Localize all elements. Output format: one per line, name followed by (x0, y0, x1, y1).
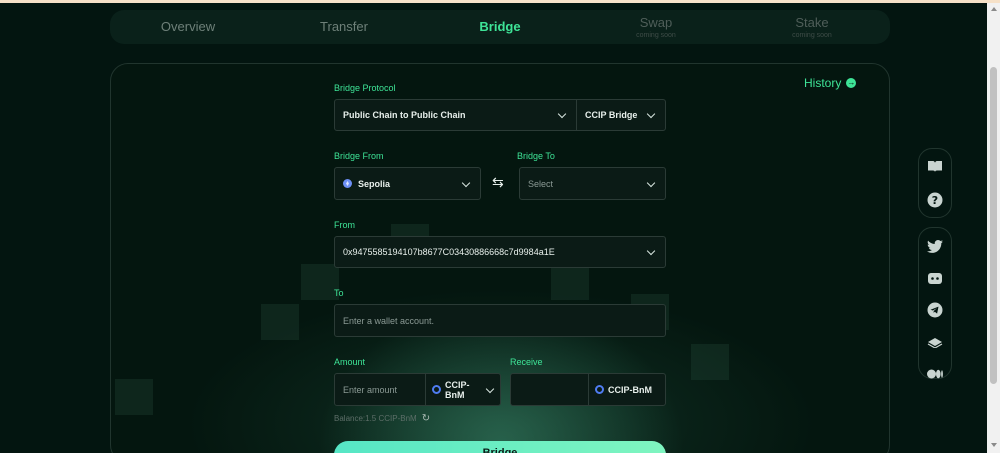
bg-tile (551, 264, 589, 300)
scrollbar-thumb[interactable] (990, 67, 997, 384)
tab-transfer[interactable]: Transfer (266, 10, 422, 44)
protocol-field: Public Chain to Public Chain CCIP Bridge (334, 99, 666, 131)
bridge-submit-button[interactable]: Bridge (334, 441, 666, 453)
protocol-select[interactable]: Public Chain to Public Chain (335, 110, 558, 120)
swap-direction-icon[interactable]: ⇆ (492, 174, 504, 191)
ccip-token-icon (595, 385, 604, 394)
tab-swap[interactable]: Swap coming soon (578, 10, 734, 44)
coming-soon-note: coming soon (792, 32, 832, 39)
bg-tile (691, 344, 729, 380)
tab-label: Stake (795, 15, 829, 30)
social-rail (918, 227, 952, 379)
tab-label: Transfer (320, 19, 368, 34)
tab-label: Overview (160, 19, 216, 34)
field-divider (425, 374, 426, 405)
from-address-value: 0x9475585194107b8677C03430886668c7d9984a… (343, 247, 555, 257)
protocol-label: Bridge Protocol (334, 83, 396, 93)
scroll-up-arrow-icon[interactable] (991, 7, 997, 11)
bridge-type-select[interactable]: CCIP Bridge (577, 110, 647, 120)
svg-text:?: ? (932, 194, 938, 207)
bg-tile (115, 379, 153, 415)
telegram-icon[interactable] (927, 302, 943, 318)
from-chain-value: Sepolia (358, 178, 391, 189)
history-link[interactable]: History → (804, 76, 857, 90)
help-rail: ? (918, 148, 952, 218)
tab-bridge[interactable]: Bridge (422, 10, 578, 44)
to-address-label: To (334, 288, 344, 298)
arrow-right-icon: → (846, 78, 857, 88)
chevron-down-icon (647, 248, 655, 256)
coming-soon-note: coming soon (636, 32, 676, 39)
top-strip (0, 0, 1000, 3)
refresh-icon[interactable]: ↻ (422, 413, 430, 424)
field-divider (588, 374, 589, 405)
ethereum-icon (343, 179, 352, 188)
amount-label: Amount (334, 357, 366, 367)
medium-icon[interactable] (927, 366, 943, 382)
help-icon[interactable]: ? (927, 192, 943, 208)
from-address-select[interactable]: 0x9475585194107b8677C03430886668c7d9984a… (334, 236, 666, 268)
balance-row: Balance:1.5 CCIP-BnM ↻ (334, 413, 430, 424)
to-address-placeholder: Enter a wallet account. (343, 315, 435, 326)
ccip-token-icon (432, 385, 441, 394)
tab-stake[interactable]: Stake coming soon (734, 10, 890, 44)
receive-label: Receive (510, 357, 543, 367)
discord-icon[interactable] (927, 270, 943, 286)
chevron-down-icon[interactable] (558, 111, 566, 119)
book-icon[interactable] (927, 158, 943, 174)
tab-label: Swap (639, 15, 673, 30)
amount-input[interactable]: Enter amount (335, 385, 425, 395)
page-scrollbar[interactable] (987, 3, 1000, 453)
gitbook-icon[interactable] (927, 334, 943, 350)
to-address-input[interactable]: Enter a wallet account. (334, 304, 666, 337)
from-address-label: From (334, 220, 355, 230)
amount-token-select[interactable]: CCIP-BnM (445, 380, 486, 400)
amount-field: Enter amount CCIP-BnM (334, 373, 501, 406)
receive-field: CCIP-BnM (510, 373, 666, 406)
receive-token: CCIP-BnM (608, 384, 652, 395)
to-chain-placeholder: Select (528, 178, 554, 189)
balance-text: Balance:1.5 CCIP-BnM (334, 414, 417, 423)
chevron-down-icon[interactable] (647, 111, 655, 119)
chevron-down-icon (462, 180, 470, 188)
chevron-down-icon (647, 180, 655, 188)
bridge-from-select[interactable]: Sepolia (334, 167, 481, 200)
main-nav: Overview Transfer Bridge Swap coming soo… (110, 10, 890, 44)
scroll-down-arrow-icon[interactable] (991, 443, 997, 447)
bridge-from-label: Bridge From (334, 151, 384, 161)
bridge-to-select[interactable]: Select (519, 167, 666, 200)
chevron-down-icon[interactable] (486, 386, 494, 394)
tab-overview[interactable]: Overview (110, 10, 266, 44)
tab-label: Bridge (479, 19, 521, 34)
history-label: History (804, 76, 842, 90)
bg-tile (261, 304, 299, 340)
twitter-icon[interactable] (927, 238, 943, 254)
bridge-to-label: Bridge To (517, 151, 555, 161)
bridge-panel: History → Bridge Protocol Public Chain t… (110, 63, 890, 453)
